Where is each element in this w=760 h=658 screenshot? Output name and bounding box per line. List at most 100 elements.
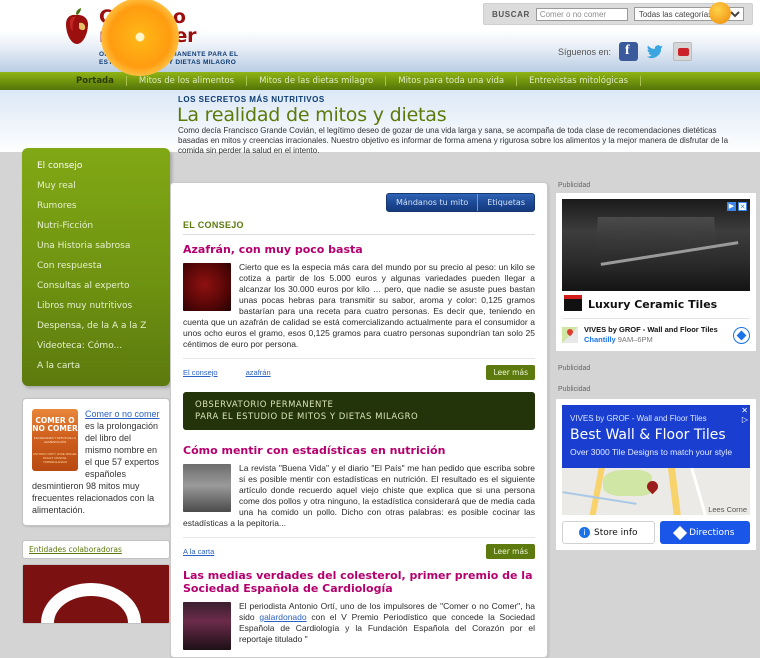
ad-badges: ✕ ▷ bbox=[741, 406, 748, 424]
ad-best-wall-floor-tiles[interactable]: ✕ ▷ VIVES by GROF - Wall and Floor Tiles… bbox=[556, 399, 756, 550]
sidebar-item-el-consejo[interactable]: El consejo bbox=[22, 156, 170, 176]
article-thumbnail[interactable] bbox=[183, 602, 231, 650]
nav-item-portada[interactable]: Portada bbox=[64, 76, 127, 86]
sidebar-item-consultas-al-experto[interactable]: Consultas al experto bbox=[22, 276, 170, 296]
article-title[interactable]: Cómo mentir con estadísticas en nutrició… bbox=[183, 444, 535, 457]
ad-headline: Best Wall & Floor Tiles bbox=[570, 427, 726, 443]
book-cover-image: COMER O NO COMER FALSEDADES Y MITOS DE L… bbox=[32, 409, 78, 471]
banner-line2: PARA EL ESTUDIO DE MITOS Y DIETAS MILAGR… bbox=[195, 412, 419, 422]
entities-title[interactable]: Entidades colaboradoras bbox=[22, 540, 170, 559]
map-park-area bbox=[603, 469, 653, 497]
ad-badges: ▶ ✕ bbox=[727, 202, 747, 211]
sidebar-item-despensa[interactable]: Despensa, de la A a la Z bbox=[22, 316, 170, 336]
ad-image: ▶ ✕ bbox=[562, 199, 750, 291]
article-tag[interactable]: azafrán bbox=[246, 368, 271, 377]
orange-slice-icon bbox=[101, 0, 179, 76]
article-item: Azafrán, con muy poco basta Cierto que e… bbox=[183, 243, 535, 380]
ad-advertiser-block: VIVES by GROF - Wall and Floor Tiles Cha… bbox=[584, 325, 727, 345]
article-tag[interactable]: El consejo bbox=[183, 368, 218, 377]
map-road bbox=[667, 468, 682, 515]
right-sidebar: Publicidad ▶ ✕ Luxury Ceramic Tiles VIVE… bbox=[556, 182, 756, 550]
nav-item-mitos-alimentos[interactable]: Mitos de los alimentos bbox=[127, 76, 248, 86]
map-road bbox=[689, 468, 709, 515]
book-cover-title: COMER O NO COMER bbox=[32, 416, 78, 433]
adchoices-icon[interactable]: ▶ bbox=[727, 202, 736, 211]
category-menu: El consejo Muy real Rumores Nutri-Ficció… bbox=[22, 148, 170, 386]
sidebar-item-una-historia-sabrosa[interactable]: Una Historia sabrosa bbox=[22, 236, 170, 256]
article-tags: El consejo azafrán bbox=[183, 368, 486, 377]
sidebar-item-nutri-ficcion[interactable]: Nutri-Ficción bbox=[22, 216, 170, 236]
ad-title-text: Luxury Ceramic Tiles bbox=[588, 298, 718, 311]
follow-label: Síguenos en: bbox=[558, 46, 612, 57]
article-tag[interactable]: A la carta bbox=[183, 547, 214, 556]
article-body: Cierto que es la especia más cara del mu… bbox=[183, 262, 535, 349]
sidebar-item-rumores[interactable]: Rumores bbox=[22, 196, 170, 216]
book-cover-subtitle: FALSEDADES Y MITOS DE LA ALIMENTACIÓN bbox=[33, 436, 77, 444]
banner-line1: OBSERVATORIO PERMANENTE bbox=[195, 400, 334, 410]
map-road bbox=[588, 468, 606, 515]
map-label: Lees Corne bbox=[708, 505, 747, 514]
page-title: La realidad de mitos y dietas bbox=[177, 104, 447, 126]
article-tags: A la carta bbox=[183, 547, 486, 556]
ad-location: Chantilly bbox=[584, 335, 616, 344]
sidebar-item-a-la-carta[interactable]: A la carta bbox=[22, 356, 170, 376]
ad-buttons: i Store info Directions bbox=[562, 521, 750, 544]
orange-badge-icon bbox=[709, 2, 731, 24]
search-label: BUSCAR bbox=[492, 9, 530, 19]
observatory-banner: OBSERVATORIO PERMANENTE PARA EL ESTUDIO … bbox=[183, 392, 535, 430]
sidebar-item-con-respuesta[interactable]: Con respuesta bbox=[22, 256, 170, 276]
sidebar-item-muy-real[interactable]: Muy real bbox=[22, 176, 170, 196]
article-thumbnail[interactable] bbox=[183, 263, 231, 311]
article-title[interactable]: Las medias verdades del colesterol, prim… bbox=[183, 569, 535, 595]
directions-label: Directions bbox=[689, 527, 735, 538]
directions-icon bbox=[672, 525, 688, 540]
search-input[interactable] bbox=[535, 7, 628, 21]
left-sidebar: El consejo Muy real Rumores Nutri-Ficció… bbox=[22, 148, 170, 624]
store-info-button[interactable]: i Store info bbox=[562, 521, 655, 544]
directions-button[interactable]: Directions bbox=[659, 521, 750, 544]
ad-luxury-ceramic-tiles[interactable]: ▶ ✕ Luxury Ceramic Tiles VIVES by GROF -… bbox=[556, 193, 756, 351]
ad-headline-block: ✕ ▷ VIVES by GROF - Wall and Floor Tiles… bbox=[562, 405, 750, 468]
book-promo-link[interactable]: Comer o no comer bbox=[85, 409, 160, 419]
book-promo: COMER O NO COMER FALSEDADES Y MITOS DE L… bbox=[22, 398, 170, 526]
ad-map[interactable]: Lees Corne bbox=[562, 468, 750, 515]
nav-item-mitos-toda-una-vida[interactable]: Mitos para toda una vida bbox=[386, 76, 518, 86]
youtube-icon[interactable] bbox=[673, 42, 693, 61]
ad-subtext: Over 3000 Tile Designs to match your sty… bbox=[570, 447, 733, 457]
article-meta: A la carta Leer más bbox=[183, 537, 535, 559]
read-more-button[interactable]: Leer más bbox=[486, 365, 535, 380]
article-title[interactable]: Azafrán, con muy poco basta bbox=[183, 243, 535, 256]
hero-description: Como decía Francisco Grande Covián, el l… bbox=[178, 126, 729, 155]
article-item: Las medias verdades del colesterol, prim… bbox=[183, 569, 535, 650]
social-links: Síguenos en: bbox=[558, 42, 693, 61]
info-icon: i bbox=[578, 527, 590, 538]
ad-label: Publicidad bbox=[558, 365, 591, 372]
sidebar-item-videoteca[interactable]: Videoteca: Cómo... bbox=[22, 336, 170, 356]
apple-icon bbox=[62, 8, 92, 48]
facebook-icon[interactable] bbox=[619, 42, 639, 61]
ad-footer: VIVES by GROF - Wall and Floor Tiles Cha… bbox=[562, 318, 750, 345]
ad-kicker: VIVES by GROF - Wall and Floor Tiles bbox=[570, 414, 707, 423]
article-item: Cómo mentir con estadísticas en nutrició… bbox=[183, 444, 535, 559]
nav-item-mitos-dietas-milagro[interactable]: Mitos de las dietas milagro bbox=[247, 76, 387, 86]
article-inline-link[interactable]: galardonado bbox=[259, 612, 306, 622]
close-ad-icon[interactable]: ✕ bbox=[738, 202, 747, 211]
ad-advertiser: VIVES by GROF - Wall and Floor Tiles bbox=[584, 325, 718, 334]
ad-label: Publicidad bbox=[558, 386, 591, 393]
article-thumbnail[interactable] bbox=[183, 464, 231, 512]
book-cover-authors: ANTONIO ORTÍ / JOSE MIGUEL MULET, MANUEL… bbox=[32, 452, 78, 464]
ad-label: Publicidad bbox=[558, 182, 591, 189]
adchoices-icon[interactable]: ▷ bbox=[741, 415, 748, 424]
read-more-button[interactable]: Leer más bbox=[486, 544, 535, 559]
tab-mandanos-tu-mito[interactable]: Mándanos tu mito bbox=[387, 194, 477, 211]
sidebar-item-libros-muy-nutritivos[interactable]: Libros muy nutritivos bbox=[22, 296, 170, 316]
entity-logo-mark-icon bbox=[41, 583, 141, 623]
twitter-icon[interactable] bbox=[646, 42, 665, 61]
directions-icon[interactable] bbox=[733, 326, 750, 344]
close-ad-icon[interactable]: ✕ bbox=[741, 406, 748, 415]
nav-item-entrevistas-mitologicas[interactable]: Entrevistas mitológicas bbox=[517, 76, 642, 86]
tab-etiquetas[interactable]: Etiquetas bbox=[477, 194, 534, 211]
entity-logo[interactable] bbox=[22, 564, 170, 624]
article-body: El periodista Antonio Ortí, uno de los i… bbox=[183, 601, 535, 645]
main-navigation: Portada Mitos de los alimentos Mitos de … bbox=[0, 72, 760, 90]
